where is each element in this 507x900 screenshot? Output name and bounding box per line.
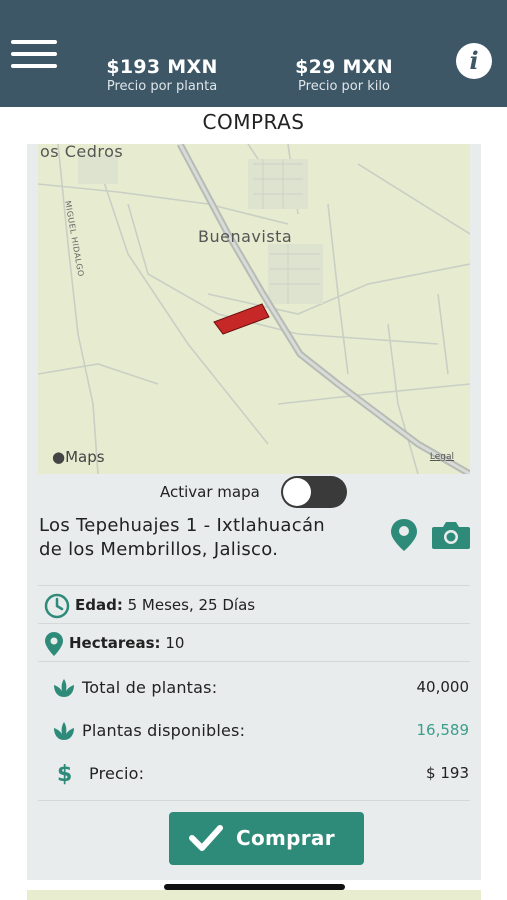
stat-value: $ 193 <box>426 764 469 782</box>
hectares-value: 10 <box>165 634 185 652</box>
hectares-row: Hectareas: 10 <box>0 629 507 659</box>
stat-row-available-plants: Plantas disponibles: 16,589 <box>0 716 507 746</box>
stat-row-total-plants: Total de plantas: 40,000 <box>0 673 507 703</box>
price-per-kilo: $29 MXN Precio por kilo <box>259 56 429 94</box>
maps-logo: ●Maps <box>52 448 105 466</box>
price-per-plant-label: Precio por planta <box>106 79 218 94</box>
stat-label: Plantas disponibles: <box>82 721 246 740</box>
location-name: Los Tepehuajes 1 - Ixtlahuacán de los Me… <box>39 515 325 560</box>
next-card-map-preview <box>27 890 481 900</box>
dollar-icon: $ <box>57 762 73 787</box>
toggle-label: Activar mapa <box>160 483 260 501</box>
map-roads <box>38 144 470 474</box>
map-pin-icon[interactable] <box>389 518 419 552</box>
divider <box>38 585 470 586</box>
divider <box>38 623 470 624</box>
stat-label: Precio: <box>89 764 145 783</box>
toggle-knob <box>283 478 311 506</box>
price-per-kilo-label: Precio por kilo <box>298 79 390 94</box>
check-icon <box>189 824 223 856</box>
hectares-label: Hectareas: <box>69 634 161 652</box>
price-per-plant-value: $193 MXN <box>106 56 218 78</box>
map-toggle[interactable] <box>281 476 347 508</box>
menu-icon[interactable] <box>11 40 57 70</box>
age-value: 5 Meses, 25 Días <box>127 596 256 614</box>
apple-logo-icon: ● <box>52 448 66 466</box>
age-label: Edad: <box>75 596 123 614</box>
stat-label: Total de plantas: <box>82 678 218 697</box>
map-town-label: Buenavista <box>198 227 293 246</box>
camera-icon[interactable] <box>431 520 471 550</box>
age-row: Edad: 5 Meses, 25 Días <box>0 591 507 621</box>
map-town-label: os Cedros <box>40 144 124 161</box>
price-per-kilo-value: $29 MXN <box>295 56 393 78</box>
legal-link[interactable]: Legal <box>430 452 454 462</box>
stat-value: 40,000 <box>416 678 470 696</box>
map-toggle-row: Activar mapa <box>0 480 507 506</box>
stat-value: 16,589 <box>416 721 470 739</box>
plant-icon <box>53 721 75 745</box>
age-text: Edad: 5 Meses, 25 Días <box>75 596 255 614</box>
home-indicator[interactable] <box>164 884 345 890</box>
maps-logo-text: Maps <box>65 448 105 466</box>
divider <box>38 661 470 662</box>
divider <box>38 800 470 801</box>
app-header: $193 MXN Precio por planta $29 MXN Preci… <box>0 0 507 107</box>
hectares-text: Hectareas: 10 <box>69 634 184 652</box>
map-pin-icon <box>44 631 64 661</box>
price-per-plant: $193 MXN Precio por planta <box>77 56 247 94</box>
buy-button-label: Comprar <box>236 826 335 850</box>
plant-icon <box>53 678 75 702</box>
page-title: COMPRAS <box>202 110 305 134</box>
info-icon[interactable]: i <box>456 43 492 79</box>
stat-row-price: $ Precio: $ 193 <box>0 759 507 789</box>
buy-button[interactable]: Comprar <box>169 812 364 865</box>
clock-icon <box>44 593 70 623</box>
map-view[interactable]: os Cedros Buenavista MIGUEL HIDALGO ●Map… <box>38 144 470 474</box>
